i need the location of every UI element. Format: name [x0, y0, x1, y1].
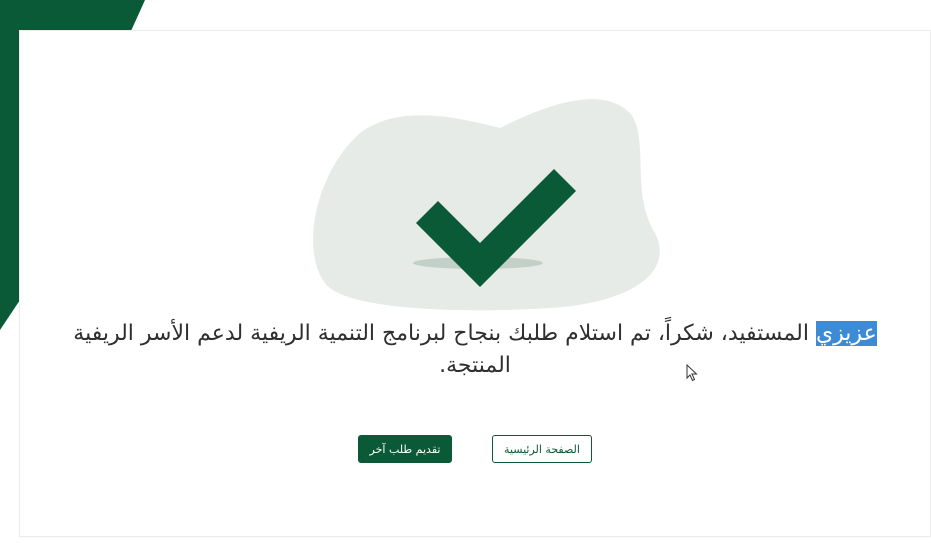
success-message: عزيزي المستفيد، شكراً، تم استلام طلبك بن…	[50, 318, 900, 382]
home-page-button[interactable]: الصفحة الرئيسية	[492, 435, 592, 463]
confirmation-card: عزيزي المستفيد، شكراً، تم استلام طلبك بن…	[20, 31, 930, 536]
page: عزيزي المستفيد، شكراً، تم استلام طلبك بن…	[0, 0, 931, 547]
submit-another-request-button[interactable]: تقديم طلب آخر	[358, 435, 452, 463]
message-highlighted-word: عزيزي	[815, 321, 877, 346]
success-illustration	[313, 99, 660, 311]
mouse-pointer-icon	[686, 364, 698, 382]
message-body: المستفيد، شكراً، تم استلام طلبك بنجاح لب…	[73, 321, 816, 378]
